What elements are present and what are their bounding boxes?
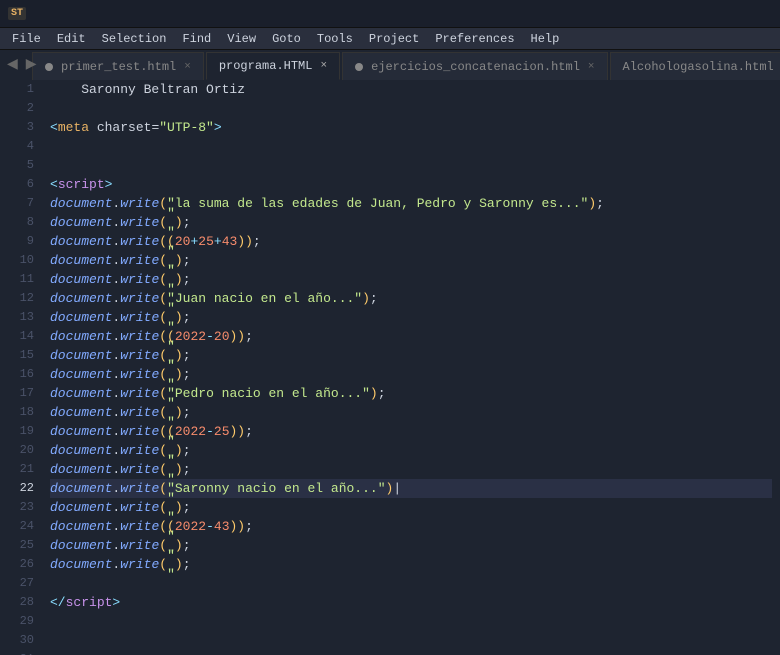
tab-3[interactable]: Alcohologasolina.html× [610,52,780,80]
line-number-25: 25 [4,536,34,555]
line-number-22: 22 [4,479,34,498]
menu-item-tools[interactable]: Tools [309,28,361,50]
code-line-9: document.write((20+25+43)); [50,232,772,251]
tab-label: ejercicios_concatenacion.html [371,60,580,74]
code-line-11: document.write(""); [50,270,772,289]
code-line-5 [50,156,772,175]
code-line-22: document.write("Saronny nacio en el año.… [50,479,772,498]
tabs-container: primer_test.html×programa.HTML×ejercicio… [0,50,780,80]
tab-close-button[interactable]: × [184,61,191,73]
tab-1[interactable]: programa.HTML × [206,52,340,80]
code-line-31 [50,650,772,655]
nav-prev-button[interactable]: ◀ [4,58,21,72]
line-number-28: 28 [4,593,34,612]
line-number-29: 29 [4,612,34,631]
line-number-10: 10 [4,251,34,270]
code-line-19: document.write((2022-25)); [50,422,772,441]
tab-modified-dot [355,63,363,71]
line-number-27: 27 [4,574,34,593]
code-line-14: document.write((2022-20)); [50,327,772,346]
line-number-20: 20 [4,441,34,460]
code-line-8: document.write(""); [50,213,772,232]
line-number-19: 19 [4,422,34,441]
menu-item-find[interactable]: Find [174,28,219,50]
menu-item-preferences[interactable]: Preferences [427,28,522,50]
code-line-12: document.write("Juan nacio en el año..."… [50,289,772,308]
line-number-15: 15 [4,346,34,365]
tab-bar: ◀ ▶ primer_test.html×programa.HTML×ejerc… [0,50,780,80]
line-number-9: 9 [4,232,34,251]
tab-label: programa.HTML [219,59,313,73]
code-line-15: document.write(""); [50,346,772,365]
tab-modified-dot [45,63,53,71]
line-number-30: 30 [4,631,34,650]
code-line-26: document.write(""); [50,555,772,574]
menu-item-file[interactable]: File [4,28,49,50]
menu-item-help[interactable]: Help [523,28,568,50]
tab-2[interactable]: ejercicios_concatenacion.html × [342,52,607,80]
line-number-24: 24 [4,517,34,536]
code-line-27 [50,574,772,593]
line-number-14: 14 [4,327,34,346]
code-line-7: document.write("la suma de las edades de… [50,194,772,213]
code-line-25: document.write(""); [50,536,772,555]
line-number-6: 6 [4,175,34,194]
code-line-23: document.write(""); [50,498,772,517]
code-editor[interactable]: 1234567891011121314151617181920212223242… [0,80,780,655]
line-number-13: 13 [4,308,34,327]
app-icon: ST [8,7,26,20]
code-line-1: Saronny Beltran Ortiz [50,80,772,99]
line-number-3: 3 [4,118,34,137]
line-number-18: 18 [4,403,34,422]
menu-bar: FileEditSelectionFindViewGotoToolsProjec… [0,28,780,50]
menu-item-goto[interactable]: Goto [264,28,309,50]
code-line-2 [50,99,772,118]
code-line-30 [50,631,772,650]
menu-item-selection[interactable]: Selection [94,28,175,50]
line-number-8: 8 [4,213,34,232]
line-number-1: 1 [4,80,34,99]
line-number-16: 16 [4,365,34,384]
line-number-17: 17 [4,384,34,403]
line-number-12: 12 [4,289,34,308]
code-line-20: document.write(""); [50,441,772,460]
line-number-5: 5 [4,156,34,175]
line-number-21: 21 [4,460,34,479]
code-line-3: <meta charset="UTP-8"> [50,118,772,137]
line-number-2: 2 [4,99,34,118]
code-line-24: document.write((2022-43)); [50,517,772,536]
menu-item-view[interactable]: View [219,28,264,50]
title-bar: ST [0,0,780,28]
menu-item-project[interactable]: Project [361,28,427,50]
code-line-13: document.write(""); [50,308,772,327]
line-number-23: 23 [4,498,34,517]
nav-next-button[interactable]: ▶ [23,58,40,72]
tab-0[interactable]: primer_test.html × [32,52,204,80]
code-line-17: document.write("Pedro nacio en el año...… [50,384,772,403]
line-number-31: 31 [4,650,34,655]
line-number-11: 11 [4,270,34,289]
code-line-16: document.write(""); [50,365,772,384]
tab-close-button[interactable]: × [320,60,327,72]
code-line-29 [50,612,772,631]
tab-label: Alcohologasolina.html [623,60,774,74]
tab-label: primer_test.html [61,60,176,74]
code-line-21: document.write(""); [50,460,772,479]
code-line-6: <script> [50,175,772,194]
line-numbers: 1234567891011121314151617181920212223242… [0,80,42,655]
menu-item-edit[interactable]: Edit [49,28,94,50]
line-number-26: 26 [4,555,34,574]
code-line-10: document.write(""); [50,251,772,270]
code-line-28: </script> [50,593,772,612]
line-number-4: 4 [4,137,34,156]
code-content[interactable]: Saronny Beltran Ortiz <meta charset="UTP-… [42,80,780,655]
code-line-18: document.write(""); [50,403,772,422]
code-line-4 [50,137,772,156]
line-number-7: 7 [4,194,34,213]
tab-close-button[interactable]: × [588,61,595,73]
